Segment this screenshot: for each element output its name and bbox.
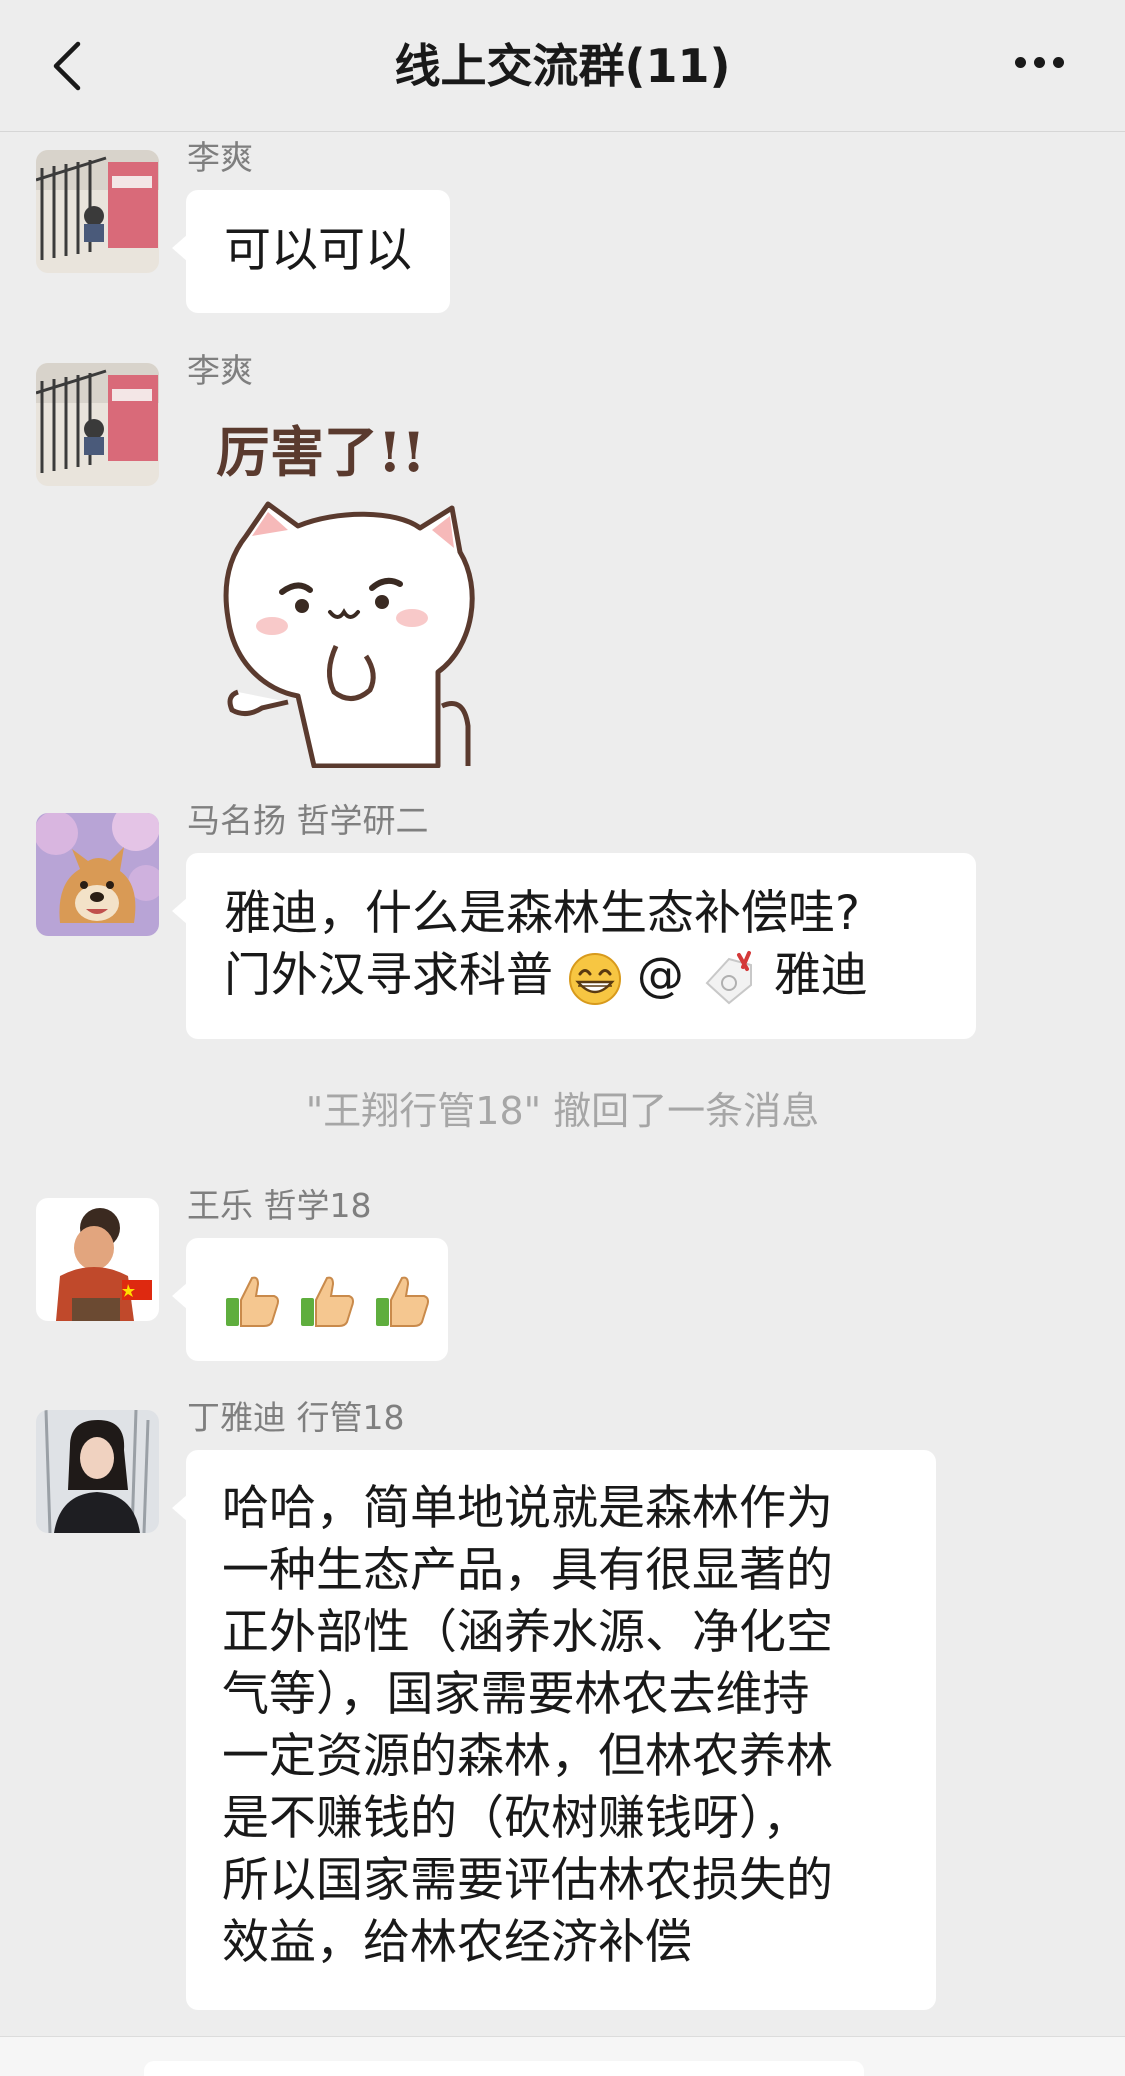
sender-name: 马名扬 哲学研二 bbox=[187, 801, 429, 840]
message-text: 门外汉寻求科普 bbox=[224, 948, 553, 1003]
thumbs-up-icon bbox=[375, 1276, 429, 1327]
message-text-line: 效益，给林农经济补偿 bbox=[222, 1915, 692, 1970]
message-text-line: 气等），国家需要林农去维持 bbox=[222, 1667, 810, 1722]
grinning-face-icon bbox=[568, 952, 621, 1005]
message-bubble[interactable]: 哈哈，简单地说就是森林作为 一种生态产品，具有很显著的 正外部性（涵养水源、净化… bbox=[172, 1450, 936, 2010]
message-text: 可以可以 bbox=[224, 223, 412, 278]
sticker[interactable]: 厉害了!! bbox=[206, 400, 516, 770]
mention-symbol: @ bbox=[636, 948, 684, 1003]
message-bubble[interactable]: 雅迪，什么是森林生态补偿哇? 门外汉寻求科普 @ 雅迪 bbox=[172, 853, 976, 1039]
more-dots-icon bbox=[1015, 57, 1026, 68]
avatar[interactable] bbox=[36, 363, 159, 486]
cat-sticker-image bbox=[223, 501, 475, 768]
message-bubble[interactable]: 可以可以 bbox=[172, 190, 450, 313]
nav-bar: 线上交流群(11) bbox=[0, 0, 1125, 132]
mention-name[interactable]: 雅迪 bbox=[774, 948, 868, 1003]
chat-title: 线上交流群(11) bbox=[394, 39, 731, 93]
message-input[interactable] bbox=[144, 2061, 864, 2076]
message-text-line: 一定资源的森林，但林农养林 bbox=[222, 1729, 833, 1784]
more-button[interactable] bbox=[1015, 52, 1073, 80]
sender-name: 李爽 bbox=[187, 138, 253, 177]
message-text-line: 哈哈，简单地说就是森林作为 bbox=[222, 1481, 833, 1536]
avatar[interactable] bbox=[36, 813, 159, 936]
message-text: 雅迪，什么是森林生态补偿哇? bbox=[224, 886, 860, 941]
avatar[interactable] bbox=[36, 150, 159, 273]
thumbs-up-icon bbox=[226, 1276, 279, 1327]
tag-icon bbox=[705, 950, 752, 1004]
input-bar bbox=[0, 2036, 1125, 2076]
sticker-caption: 厉害了!! bbox=[216, 420, 426, 484]
message-text-line: 正外部性（涵养水源、净化空 bbox=[222, 1605, 833, 1660]
message-bubble[interactable] bbox=[172, 1238, 448, 1361]
thumbs-up-icon bbox=[300, 1276, 354, 1327]
sender-name: 王乐 哲学18 bbox=[187, 1186, 372, 1225]
recall-notice: "王翔行管18" 撤回了一条消息 bbox=[305, 1089, 820, 1133]
avatar[interactable] bbox=[36, 1410, 159, 1533]
thumbs-up-emoji bbox=[222, 1269, 432, 1327]
sender-name: 李爽 bbox=[187, 351, 253, 390]
message-text-line: 是不赚钱的（砍树赚钱呀）， bbox=[222, 1791, 810, 1846]
message-text-line: 一种生态产品，具有很显著的 bbox=[222, 1543, 833, 1598]
avatar[interactable] bbox=[36, 1198, 159, 1321]
message-text-line: 所以国家需要评估林农损失的 bbox=[222, 1853, 833, 1908]
sender-name: 丁雅迪 行管18 bbox=[187, 1398, 405, 1437]
